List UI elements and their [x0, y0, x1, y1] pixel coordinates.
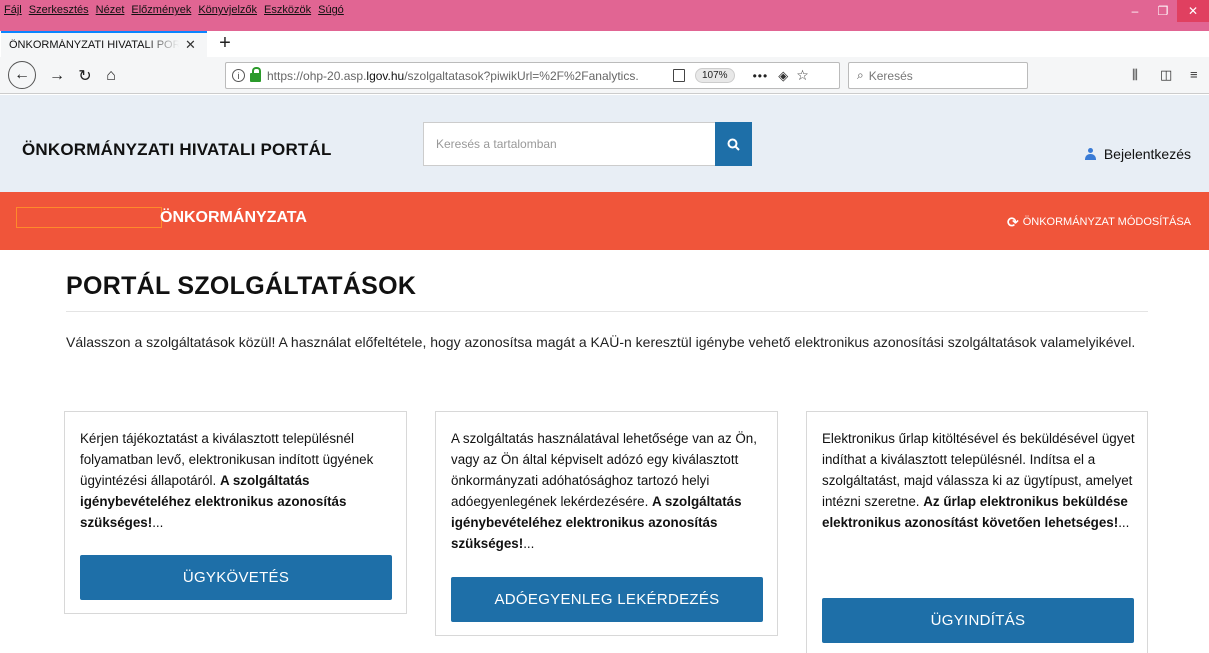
- municipality-bar: ÖNKORMÁNYZATA ⟳ ÖNKORMÁNYZAT MÓDOSÍTÁSA: [0, 192, 1209, 250]
- window-controls: – ❐ ✕: [1121, 0, 1209, 22]
- menu-help[interactable]: Súgó: [318, 4, 344, 16]
- card-ellipsis: ...: [523, 536, 535, 551]
- intro-text: Válasszon a szolgáltatások közül! A hasz…: [66, 334, 1136, 350]
- reader-icon[interactable]: [673, 69, 685, 82]
- card-ellipsis: ...: [152, 515, 164, 530]
- login-link[interactable]: Bejelentkezés: [1084, 146, 1191, 162]
- search-icon: ⌕: [857, 68, 864, 82]
- menu-bar: Fájl Szerkesztés Nézet Előzmények Könyvj…: [4, 4, 351, 16]
- user-icon: [1084, 148, 1096, 160]
- tab-close-icon[interactable]: ✕: [185, 37, 196, 53]
- portal-title[interactable]: ÖNKORMÁNYZATI HIVATALI PORTÁL: [22, 140, 332, 160]
- municipality-name: ÖNKORMÁNYZATA: [160, 209, 307, 226]
- lock-icon: [250, 67, 261, 82]
- card-description: A szolgáltatás használatával lehetősége …: [451, 428, 768, 554]
- menu-view[interactable]: Nézet: [96, 4, 125, 16]
- browser-tab-active[interactable]: ÖNKORMÁNYZATI HIVATALI PORTÁL ✕: [1, 31, 207, 57]
- zoom-level-badge[interactable]: 107%: [695, 68, 735, 83]
- tab-strip: [207, 31, 1209, 57]
- browser-search-placeholder: Keresés: [868, 68, 913, 83]
- restore-button[interactable]: ❐: [1149, 0, 1177, 22]
- menu-tools[interactable]: Eszközök: [264, 4, 311, 16]
- sidebar-icon[interactable]: ◫: [1160, 67, 1172, 83]
- window-titlebar: Fájl Szerkesztés Nézet Előzmények Könyvj…: [0, 0, 1209, 31]
- forward-icon[interactable]: →: [44, 63, 70, 89]
- service-card-case-tracking: Kérjen tájékoztatást a kiválasztott tele…: [64, 411, 407, 614]
- address-bar[interactable]: i https://ohp-20.asp.lgov.hu/szolgaltata…: [225, 62, 840, 89]
- tab-title: ÖNKORMÁNYZATI HIVATALI PORTÁL: [9, 39, 179, 51]
- redacted-municipality-name: [16, 207, 162, 228]
- minimize-button[interactable]: –: [1121, 0, 1149, 22]
- new-tab-button[interactable]: +: [213, 31, 237, 55]
- info-icon[interactable]: i: [232, 69, 245, 82]
- hamburger-menu-icon[interactable]: ≡: [1190, 67, 1198, 82]
- url-prefix: https://ohp-20.asp.: [267, 68, 367, 83]
- search-icon: [727, 138, 740, 151]
- url-text[interactable]: https://ohp-20.asp.lgov.hu/szolgaltataso…: [267, 69, 667, 83]
- back-icon[interactable]: ←: [8, 61, 36, 89]
- card-ellipsis: ...: [1118, 515, 1130, 530]
- url-host: lgov.hu: [366, 68, 405, 83]
- card-description: Kérjen tájékoztatást a kiválasztott tele…: [80, 428, 397, 533]
- url-path: /szolgaltatasok?piwikUrl=%2F%2Fanalytics…: [404, 68, 639, 83]
- bookmark-star-icon[interactable]: ☆: [796, 67, 809, 84]
- navigation-toolbar: ← → ↻ ⌂ i https://ohp-20.asp.lgov.hu/szo…: [0, 57, 1209, 94]
- pocket-icon[interactable]: ◈: [778, 68, 788, 84]
- search-button[interactable]: [715, 122, 752, 166]
- home-icon[interactable]: ⌂: [98, 63, 124, 89]
- menu-edit[interactable]: Szerkesztés: [29, 4, 89, 16]
- menu-bookmarks[interactable]: Könyvjelzők: [198, 4, 257, 16]
- case-start-button[interactable]: ÜGYINDÍTÁS: [822, 598, 1134, 643]
- page-actions-icon[interactable]: •••: [753, 69, 769, 83]
- change-municipality-label: ÖNKORMÁNYZAT MÓDOSÍTÁSA: [1022, 216, 1191, 228]
- site-header: ÖNKORMÁNYZATI HIVATALI PORTÁL Keresés a …: [0, 95, 1209, 192]
- browser-search-input[interactable]: ⌕ Keresés: [848, 62, 1028, 89]
- page-title: PORTÁL SZOLGÁLTATÁSOK: [66, 272, 417, 300]
- menu-history[interactable]: Előzmények: [131, 4, 191, 16]
- heading-divider: [66, 311, 1148, 312]
- library-icon[interactable]: ⫼: [1132, 67, 1138, 83]
- reload-icon[interactable]: ↻: [72, 63, 98, 89]
- service-card-tax-balance: A szolgáltatás használatával lehetősége …: [435, 411, 778, 636]
- case-tracking-button[interactable]: ÜGYKÖVETÉS: [80, 555, 392, 600]
- card-description: Elektronikus űrlap kitöltésével és bekül…: [822, 428, 1139, 533]
- tax-balance-query-button[interactable]: ADÓEGYENLEG LEKÉRDEZÉS: [451, 577, 763, 622]
- refresh-icon: ⟳: [1006, 214, 1019, 230]
- menu-file[interactable]: Fájl: [4, 4, 22, 16]
- service-card-case-start: Elektronikus űrlap kitöltésével és bekül…: [806, 411, 1148, 653]
- content-search-input[interactable]: Keresés a tartalomban: [423, 122, 716, 166]
- close-window-button[interactable]: ✕: [1177, 0, 1209, 22]
- login-label: Bejelentkezés: [1103, 146, 1191, 162]
- change-municipality-link[interactable]: ⟳ ÖNKORMÁNYZAT MÓDOSÍTÁSA: [1007, 215, 1191, 229]
